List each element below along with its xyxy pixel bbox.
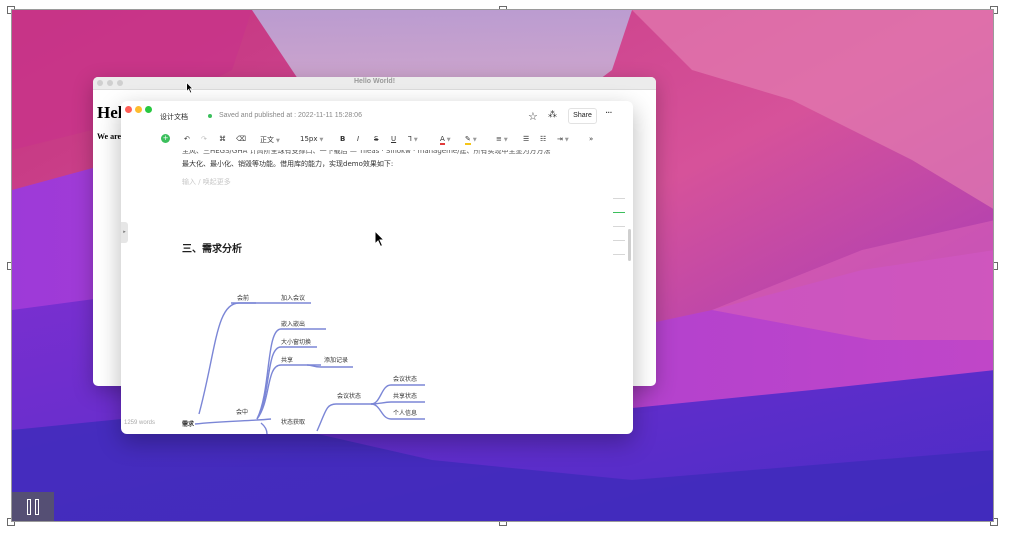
scrollbar[interactable] bbox=[628, 229, 631, 261]
mindmap: 会前 加入会议 嵌入嵌出 大小窗切换 共享 添加记录 会议状态 会议状态 共享状… bbox=[121, 281, 633, 434]
save-status: Saved and published at : 2022-11-11 15:2… bbox=[219, 112, 362, 119]
redo-icon[interactable]: ↷ bbox=[201, 135, 207, 143]
screen: Hello World! Hel We are 设计文档 Saved and p… bbox=[0, 0, 1031, 534]
mindmap-node[interactable]: 个人信息 bbox=[393, 408, 417, 417]
insert-block-icon[interactable]: + bbox=[161, 134, 170, 143]
underline-button[interactable]: U bbox=[391, 135, 396, 143]
text-style-select[interactable]: 正文 ▼ bbox=[260, 135, 280, 145]
mindmap-node[interactable]: 会前 bbox=[237, 293, 249, 302]
outline-marker[interactable] bbox=[613, 212, 625, 213]
page-text: We are bbox=[97, 132, 122, 141]
mindmap-node[interactable]: 加入会议 bbox=[281, 293, 305, 302]
collab-icon[interactable]: ⁂ bbox=[548, 110, 557, 120]
font-color-label: A bbox=[440, 135, 445, 145]
bold-button[interactable]: B bbox=[340, 135, 345, 143]
mindmap-node[interactable]: 嵌入嵌出 bbox=[281, 319, 305, 328]
mindmap-node[interactable]: 大小窗切换 bbox=[281, 337, 311, 346]
mindmap-node[interactable]: 会议状态 bbox=[393, 374, 417, 383]
mindmap-node[interactable]: 状态获取 bbox=[281, 417, 305, 426]
star-icon[interactable]: ☆ bbox=[528, 110, 538, 123]
cursor-icon bbox=[186, 82, 194, 94]
minimize-button[interactable] bbox=[135, 106, 142, 113]
mindmap-node[interactable]: 会议状态 bbox=[337, 391, 361, 400]
outline-marker[interactable] bbox=[613, 240, 625, 241]
page-heading: Hel bbox=[97, 103, 123, 122]
indent-icon[interactable]: ⇥ ▼ bbox=[557, 135, 569, 143]
pause-icon bbox=[35, 499, 39, 515]
editor-placeholder[interactable]: 输入 / 唤起更多 bbox=[182, 177, 231, 187]
window-title: Hello World! bbox=[353, 78, 396, 85]
formatting-toolbar: + ↶ ↷ ⌘ ⌫ 正文 ▼ 15px ▼ B I S U Ꞁ ▼ A ▼ ✎ ▼ ≡ ▼ … bbox=[157, 134, 607, 148]
share-button[interactable]: Share bbox=[568, 108, 597, 124]
italic-button[interactable]: I bbox=[357, 135, 359, 143]
ordered-list-icon[interactable]: ☷ bbox=[540, 135, 546, 143]
mindmap-root[interactable]: 需求 bbox=[182, 419, 194, 428]
mindmap-node[interactable]: 共享状态 bbox=[393, 391, 417, 400]
text-style-value: 正文 bbox=[260, 136, 274, 144]
text-case-icon[interactable]: Ꞁ ▼ bbox=[408, 135, 418, 143]
outline-marker[interactable] bbox=[613, 254, 625, 255]
format-painter-icon[interactable]: ⌘ bbox=[219, 135, 226, 143]
saved-indicator bbox=[208, 114, 212, 118]
undo-icon[interactable]: ↶ bbox=[184, 135, 190, 143]
highlight-icon[interactable]: ✎ ▼ bbox=[465, 135, 477, 145]
document-title[interactable]: 设计文档 bbox=[160, 112, 188, 122]
expand-toolbar-icon[interactable]: » bbox=[589, 135, 593, 143]
strike-button[interactable]: S bbox=[374, 135, 378, 143]
font-size-value: 15px bbox=[300, 135, 318, 143]
maximize-button[interactable] bbox=[145, 106, 152, 113]
body-line: 最大化、最小化、销毁等功能。借用库的能力，实现demo效果如下: bbox=[182, 160, 394, 168]
editor-window[interactable]: 设计文档 Saved and published at : 2022-11-11… bbox=[121, 101, 633, 434]
align-icon[interactable]: ≡ ▼ bbox=[496, 135, 508, 143]
section-heading: 三、需求分析 bbox=[182, 244, 242, 255]
cursor-icon bbox=[374, 230, 386, 248]
word-count: 1259 words bbox=[124, 420, 156, 426]
hello-world-titlebar[interactable]: Hello World! bbox=[93, 77, 656, 90]
more-icon[interactable]: ··· bbox=[605, 108, 612, 119]
font-color-button[interactable]: A ▼ bbox=[440, 135, 451, 145]
font-size-select[interactable]: 15px ▼ bbox=[300, 135, 323, 143]
sidebar-toggle-icon[interactable]: ▸ bbox=[121, 222, 128, 243]
pause-icon bbox=[27, 499, 31, 515]
outline-marker[interactable] bbox=[613, 226, 625, 227]
close-button[interactable] bbox=[125, 106, 132, 113]
mindmap-node[interactable]: 会中 bbox=[236, 407, 248, 416]
mindmap-node[interactable]: 共享 bbox=[281, 355, 293, 364]
mindmap-lines bbox=[194, 302, 425, 434]
eraser-icon[interactable]: ⌫ bbox=[236, 135, 246, 143]
pause-button[interactable] bbox=[12, 492, 54, 521]
bullet-list-icon[interactable]: ☰ bbox=[523, 135, 529, 143]
mindmap-node[interactable]: 添加记录 bbox=[324, 355, 348, 364]
outline-marker[interactable] bbox=[613, 198, 625, 199]
